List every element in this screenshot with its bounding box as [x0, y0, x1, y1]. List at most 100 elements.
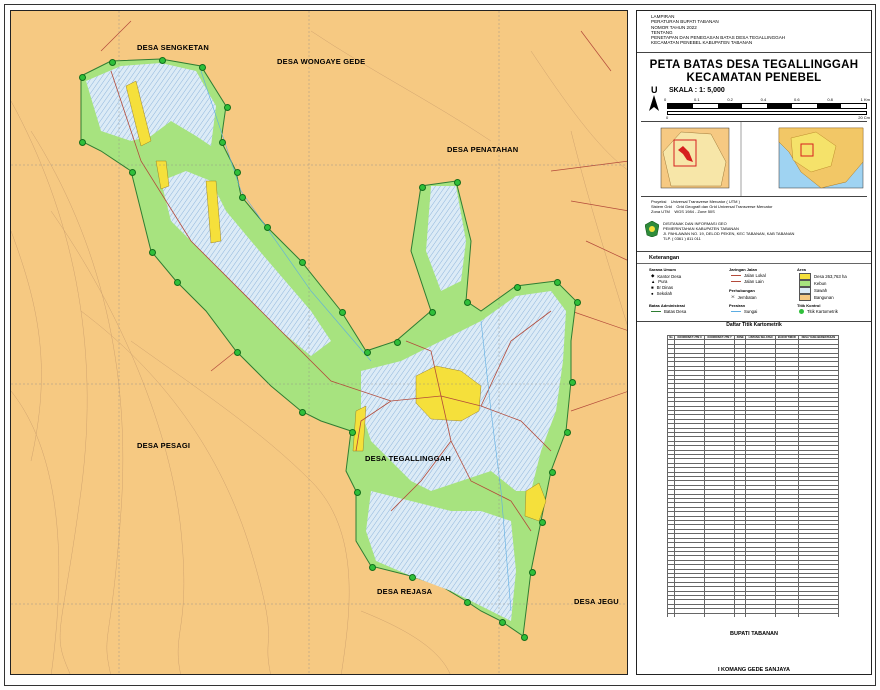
divider — [637, 251, 871, 252]
legend-label: Kebun — [814, 281, 827, 286]
control-point-marker — [563, 428, 571, 436]
north-arrow-label: U — [651, 85, 658, 95]
legend-label: Sungai — [744, 309, 758, 314]
control-point-marker — [78, 73, 86, 81]
control-point-marker — [198, 63, 206, 71]
table-cell — [674, 612, 706, 617]
legend-br-dinas: ■ Br Dinas — [651, 285, 673, 290]
control-point-marker — [233, 168, 241, 176]
agency-block: DISITANAK DAN INFORMASI GEO PEMERINTAHAN… — [663, 221, 794, 241]
table-cell — [704, 612, 736, 617]
control-point-marker — [173, 278, 181, 286]
control-point-marker — [148, 248, 156, 256]
table-cell — [667, 612, 676, 617]
map-canvas — [11, 11, 627, 674]
control-point-marker — [538, 518, 546, 526]
label-desa-wongaye-gede: DESA WONGAYE GEDE — [277, 57, 366, 66]
table-header-row: No KOORDINAT UTM X KOORDINAT UTM Y ZONE … — [667, 335, 839, 341]
legend-perairan: Perairan — [729, 303, 746, 308]
control-point-marker — [368, 563, 376, 571]
control-point-marker — [298, 258, 306, 266]
boundary-line-icon — [651, 311, 661, 312]
lampiran-block: LAMPIRAN PERATURAN BUPATI TABANAN NOMOR … — [637, 11, 871, 53]
legend-titik-kartometrik: Titik Kartometrik — [799, 309, 838, 314]
legend-perhubungan: Perhubungan — [729, 288, 755, 293]
control-point-marker — [573, 298, 581, 306]
control-point-marker — [338, 308, 346, 316]
table-body — [667, 339, 839, 617]
legend-label: Desa 263,763 ha — [814, 274, 847, 279]
scale-tick: 0 — [664, 97, 667, 102]
control-point-marker — [418, 183, 426, 191]
legend-bangunan: Bangunan — [799, 294, 834, 301]
banjar-icon: ■ — [651, 285, 654, 290]
legend-jalan-lokal: Jalan Lokal — [731, 273, 766, 278]
control-point-marker — [463, 298, 471, 306]
control-point-marker — [553, 278, 561, 286]
control-point-marker — [353, 488, 361, 496]
legend-batas-desa: Batas Desa — [651, 309, 686, 314]
scale-tick: 0.8 — [827, 97, 833, 102]
legend-sekolah: ● Sekolah — [651, 291, 672, 296]
regency-logo-icon — [645, 221, 659, 237]
table-header: KOORDINAT UTM X — [674, 335, 706, 341]
control-point-marker — [363, 348, 371, 356]
scale-tick: 20 Cm — [858, 115, 870, 120]
legend-label: Br Dinas — [656, 285, 674, 290]
label-desa-pesagi: DESA PESAGI — [137, 441, 191, 450]
control-point-marker — [263, 223, 271, 231]
legend-titik-kontrol: Titik Kontrol — [797, 303, 821, 308]
table-header: LINTANG SELATAN — [745, 335, 776, 341]
control-point-marker — [528, 568, 536, 576]
label-desa-tegallinggah: DESA TEGALLINGGAH — [365, 454, 452, 463]
scale-tick: 0.1 — [694, 97, 700, 102]
inset-maps — [641, 121, 867, 197]
control-point-marker — [158, 56, 166, 64]
garden-swatch — [799, 280, 811, 287]
bridge-icon: ≍ — [731, 294, 735, 299]
scale-ticks-cm: 0 20 Cm — [666, 115, 870, 120]
projection-key: Zona UTM — [651, 209, 670, 214]
legend-label: Bangunan — [814, 295, 834, 300]
legend-sarana-umum: Sarana Umum — [649, 267, 676, 272]
legend-label: Sawah — [814, 288, 828, 293]
control-point-marker — [238, 193, 246, 201]
table-cell — [797, 612, 839, 617]
legend-sungai: Sungai — [731, 309, 757, 314]
control-point-marker — [108, 58, 116, 66]
building-swatch — [799, 294, 811, 301]
legend-batas-administrasi: Batas Administrasi — [649, 303, 686, 308]
control-point-marker — [78, 138, 86, 146]
divider — [637, 263, 871, 264]
control-point-marker — [233, 348, 241, 356]
projection-row: Zona UTM WGS 1984 - Zone 50S — [651, 209, 772, 214]
map-area[interactable]: DESA SENGKETAN DESA WONGAYE GEDE DESA PE… — [10, 10, 628, 675]
control-point-marker — [348, 428, 356, 436]
table-header: KOORDINAT UTM Y — [704, 335, 736, 341]
inset-maps-svg — [660, 122, 864, 196]
legend-panel: LAMPIRAN PERATURAN BUPATI TABANAN NOMOR … — [636, 10, 872, 675]
control-point-marker — [218, 138, 226, 146]
legend-desa-area: Desa 263,763 ha — [799, 273, 847, 280]
agency-line: TLP. ( 0361 ) 811 011 — [663, 236, 701, 241]
scale-tick: 0.2 — [727, 97, 733, 102]
control-point-marker — [428, 308, 436, 316]
river-line-icon — [731, 311, 741, 312]
scale-bar — [667, 103, 867, 109]
legend-jaringan-jalan: Jaringan Jalan — [729, 267, 758, 272]
legend-sawah: Sawah — [799, 287, 827, 294]
label-desa-rejasa: DESA REJASA — [377, 587, 433, 596]
scale-tick: 0.4 — [760, 97, 767, 102]
label-desa-jegu: DESA JEGU — [574, 597, 619, 606]
control-point-icon — [799, 309, 804, 314]
table-cell — [734, 612, 747, 617]
map-title-line-1: PETA BATAS DESA TEGALLINGGAH — [649, 59, 859, 71]
legend-label: Jalan Lain — [744, 279, 764, 284]
legend-label: Pura — [658, 279, 668, 284]
control-point-marker — [520, 633, 528, 641]
legend-label: Kantor Desa — [657, 273, 682, 279]
lampiran-line: KECAMATAN PENEBEL KABUPATEN TABANAN — [651, 40, 753, 46]
projection-block: Proyeksi Universal Transverse Mercator (… — [651, 199, 772, 214]
control-point-marker — [548, 468, 556, 476]
table-cell — [745, 612, 776, 617]
